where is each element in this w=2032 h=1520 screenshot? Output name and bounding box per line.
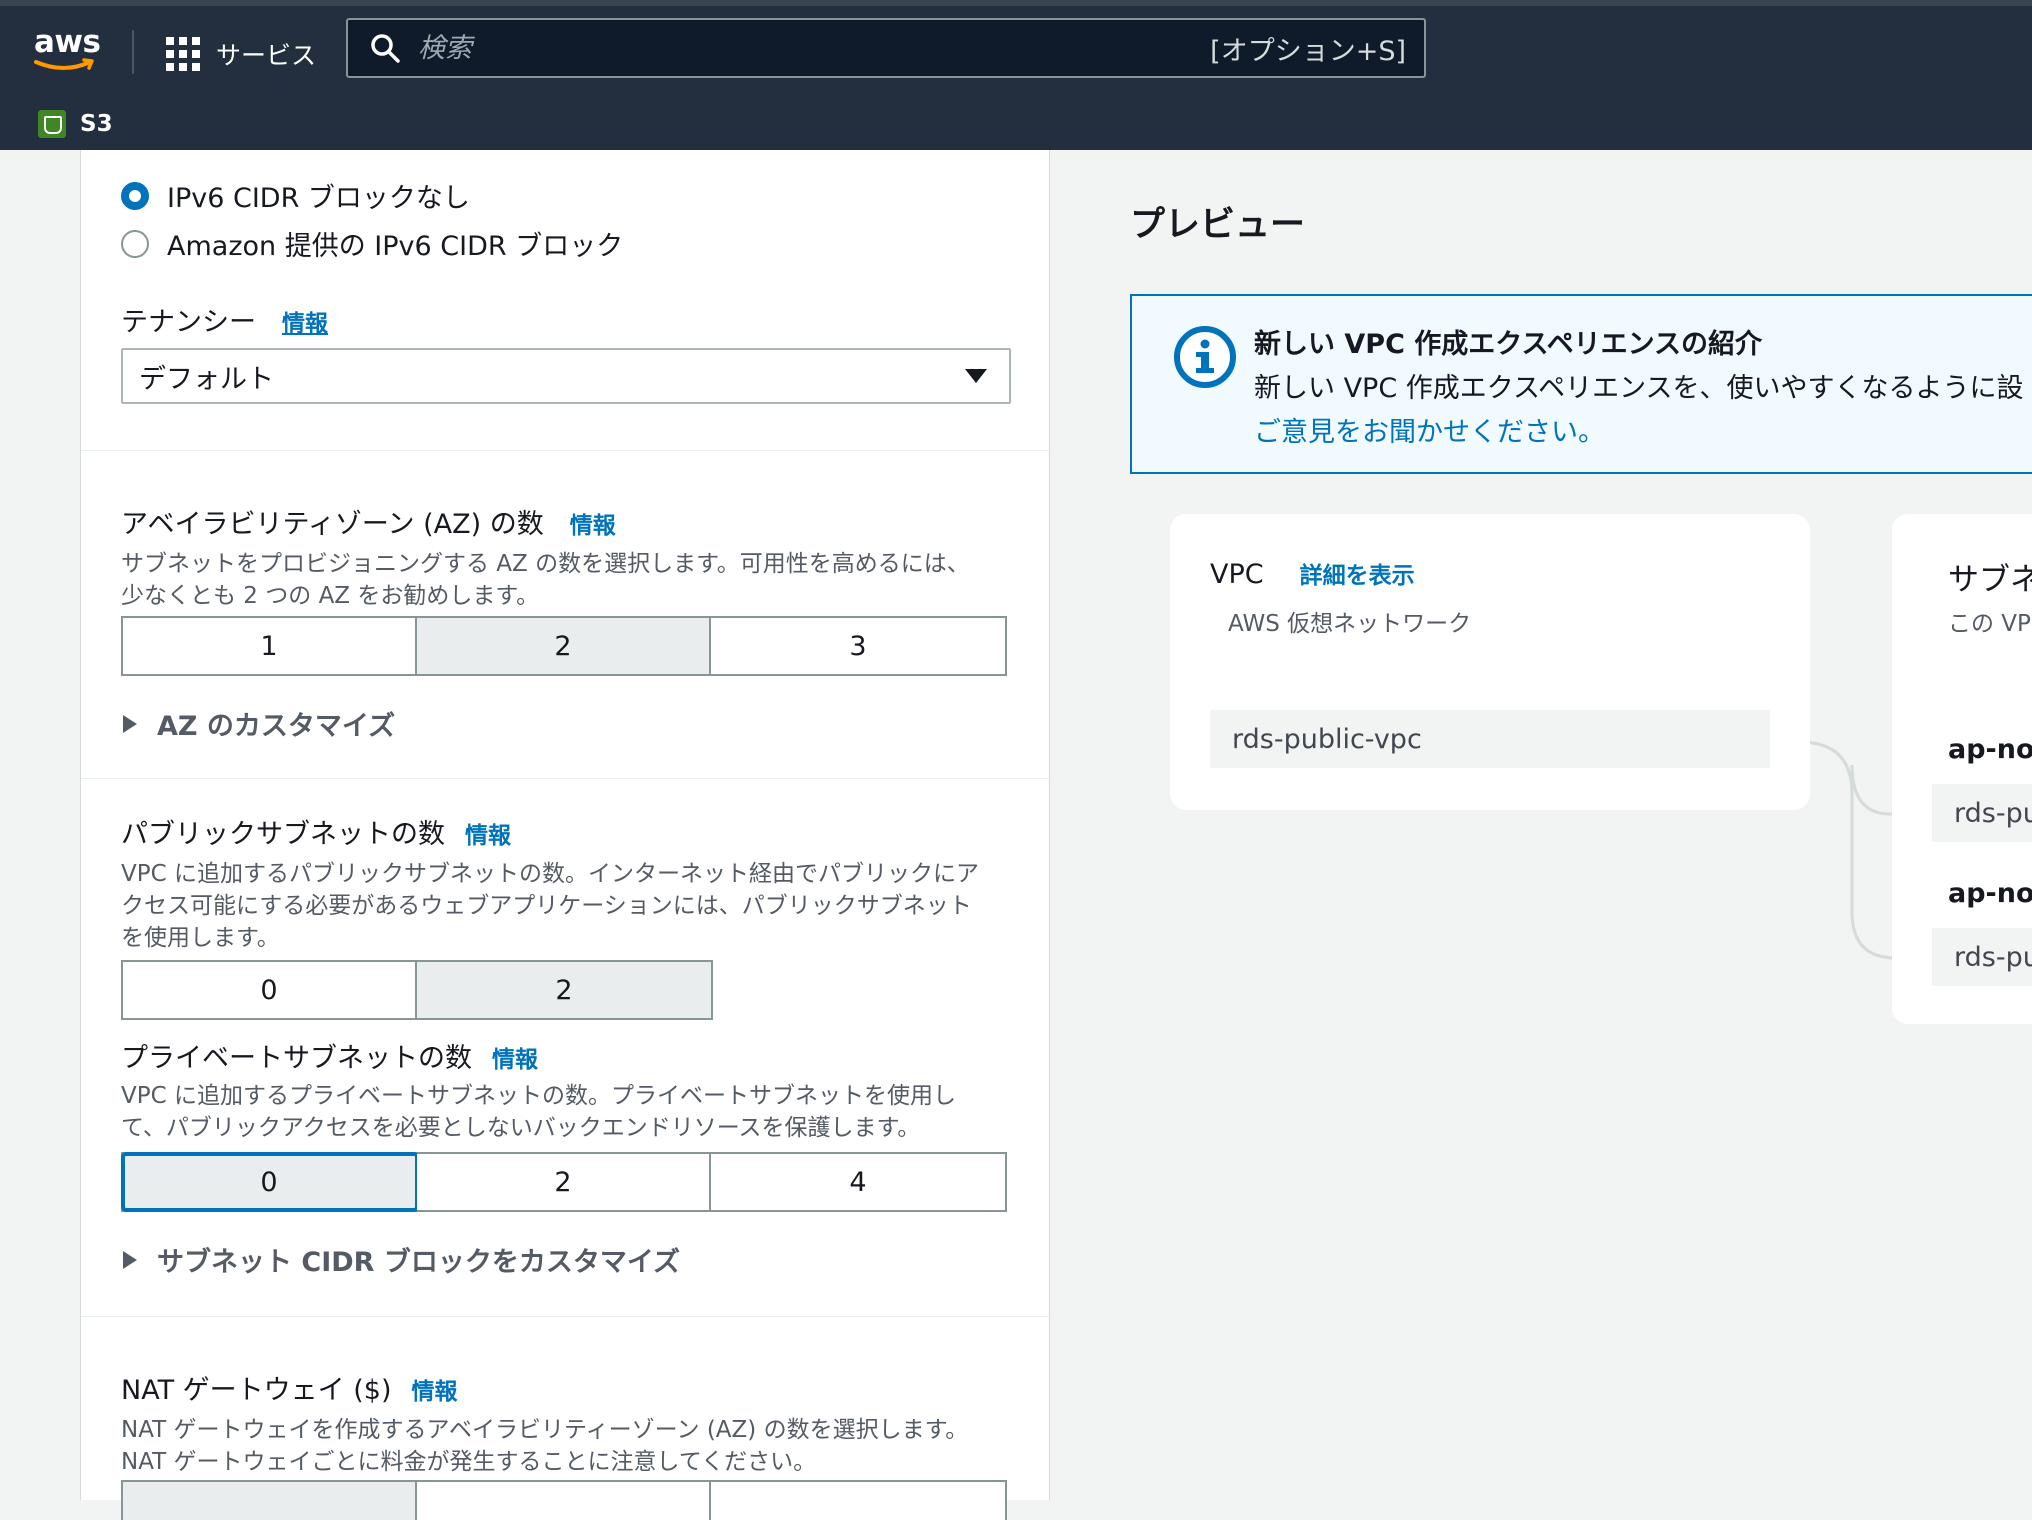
vpc-details-link[interactable]: 詳細を表示: [1300, 556, 1415, 590]
subnet-resource[interactable]: rds-pu: [1932, 784, 2032, 842]
subnet-resource[interactable]: rds-pu: [1932, 928, 2032, 986]
subnets-card-subtitle: この VP: [1948, 611, 2031, 637]
vpc-preview-card: VPC 詳細を表示 AWS 仮想ネットワーク rds-public-vpc: [1170, 514, 1810, 810]
subnet-az-label: ap-nor: [1948, 878, 2032, 909]
subnets-preview-card: サブネ この VP ap-nor rds-pu ap-nor rds-pu: [1892, 514, 2032, 1024]
vpc-card-subtitle: AWS 仮想ネットワーク: [1228, 611, 1472, 637]
subnet-az-label: ap-nor: [1948, 734, 2032, 765]
vpc-card-title: VPC 詳細を表示: [1210, 556, 1415, 590]
vpc-card-title-text: VPC: [1210, 559, 1264, 590]
subnets-card-title: サブネ: [1948, 562, 2032, 598]
vpc-resource-name[interactable]: rds-public-vpc: [1210, 710, 1770, 768]
